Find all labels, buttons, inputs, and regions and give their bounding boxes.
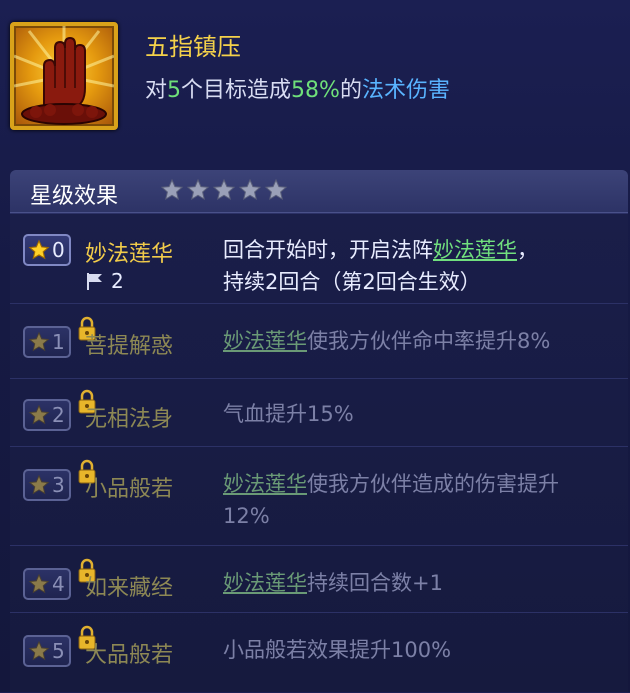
gold-star-icon (28, 239, 50, 260)
star-effect-row[interactable]: 5 大品般若 小品般若效果提升100% (10, 612, 628, 693)
empty-star-icon (186, 178, 210, 201)
star-effect-description: 小品般若效果提升100% (223, 634, 613, 666)
effect-link[interactable]: 妙法莲华 (223, 472, 307, 496)
star-effect-name: 妙法莲华 (85, 242, 174, 267)
star-effect-name: 小品般若 (85, 477, 174, 502)
star-icon (28, 331, 50, 352)
skill-description: 对5个目标造成58%的法术伤害 (145, 72, 450, 104)
star-level-badge: 3 (23, 459, 96, 501)
flag-count-value: 2 (111, 269, 124, 293)
star-icon (28, 573, 50, 594)
star-icon (28, 404, 50, 425)
desc-text-line2: 持续2回合（第2回合生效） (223, 270, 481, 294)
empty-star-icon (160, 178, 184, 201)
skill-header: 五指镇压 对5个目标造成58%的法术伤害 (0, 0, 630, 150)
star-level-number: 1 (52, 330, 65, 354)
star-effects-title: 星级效果 (30, 184, 119, 209)
star-effect-row[interactable]: 3 小品般若 妙法莲华使我方伙伴造成的伤害提升12% (10, 446, 628, 545)
star-level-badge: 4 (23, 558, 96, 600)
flag-icon (87, 273, 102, 290)
palm-seal-icon[interactable] (10, 22, 118, 130)
desc-text: 小品般若效果提升100% (223, 638, 452, 662)
star-effect-description: 妙法莲华使我方伙伴造成的伤害提升12% (223, 468, 593, 532)
desc-text: 使我方伙伴命中率提升8% (307, 329, 551, 353)
star-level-badge: 1 (23, 316, 96, 358)
star-level-number: 3 (52, 473, 65, 497)
star-effect-description: 妙法莲华使我方伙伴命中率提升8% (223, 325, 613, 357)
effect-link[interactable]: 妙法莲华 (223, 571, 307, 595)
star-effect-name: 无相法身 (85, 407, 174, 432)
star-level-number: 5 (52, 639, 65, 663)
star-effect-row[interactable]: 2 无相法身 气血提升15% (10, 378, 628, 445)
effect-link[interactable]: 妙法莲华 (223, 329, 307, 353)
empty-star-icon (212, 178, 236, 201)
desc-middle: 个目标造成 (181, 78, 292, 103)
star-level-number: 2 (52, 403, 65, 427)
star-effect-description: 妙法莲华持续回合数+1 (223, 567, 613, 599)
star-effect-description: 回合开始时，开启法阵妙法莲华， 持续2回合（第2回合生效） (223, 234, 613, 298)
desc-text: 气血提升15% (223, 402, 354, 426)
star-effects-header: 星级效果 (10, 170, 628, 213)
star-effects-panel: 星级效果 0 妙法莲华 2 回合开始时，开启法阵妙法莲华， 持续2回合（第2回合… (10, 170, 628, 692)
star-level-number: 4 (52, 572, 65, 596)
star-level-badge: 2 (23, 389, 96, 431)
star-level-badge: 5 (23, 625, 96, 667)
star-icon (28, 640, 50, 661)
star-level-number: 0 (52, 238, 65, 262)
desc-text: 持续回合数+1 (307, 571, 443, 595)
damage-percent: 58% (291, 78, 340, 103)
desc-connector: 的 (339, 78, 362, 103)
target-count: 5 (167, 78, 182, 103)
desc-text: ， (517, 238, 538, 262)
star-effect-description: 气血提升15% (223, 398, 613, 430)
skill-name: 五指镇压 (145, 33, 241, 61)
desc-prefix: 对 (145, 78, 168, 103)
star-icon (28, 474, 50, 495)
palm-seal-icon-graphic (14, 26, 114, 125)
star-effect-name: 菩提解惑 (85, 334, 174, 359)
damage-type-link[interactable]: 法术伤害 (362, 78, 450, 103)
star-effect-name: 大品般若 (85, 643, 174, 668)
effect-link[interactable]: 妙法莲华 (433, 238, 517, 262)
star-effect-row[interactable]: 1 菩提解惑 妙法莲华使我方伙伴命中率提升8% (10, 303, 628, 370)
empty-star-icon (264, 178, 288, 201)
empty-star-icon (238, 178, 262, 201)
star-effect-row[interactable]: 4 如来藏经 妙法莲华持续回合数+1 (10, 545, 628, 612)
star-level-badge: 0 (23, 234, 71, 266)
flag-count: 2 (85, 269, 124, 293)
star-effect-name: 如来藏经 (85, 576, 174, 601)
star-effect-row[interactable]: 0 妙法莲华 2 回合开始时，开启法阵妙法莲华， 持续2回合（第2回合生效） (10, 213, 628, 304)
desc-text: 回合开始时，开启法阵 (223, 238, 433, 262)
star-rating (160, 178, 288, 202)
